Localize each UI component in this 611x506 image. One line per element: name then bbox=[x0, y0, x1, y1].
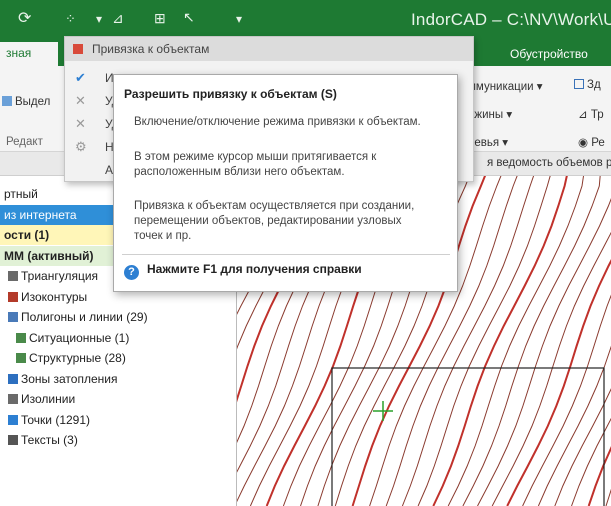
delete-icon: ✕ bbox=[75, 93, 86, 108]
communications-button[interactable]: ммуникации ▾ bbox=[468, 79, 543, 93]
layer-label: Изолинии bbox=[21, 392, 76, 406]
layer-icon bbox=[8, 291, 18, 302]
contour-line bbox=[554, 388, 611, 506]
tab-main[interactable]: зная bbox=[0, 42, 58, 66]
wells-button[interactable]: ажины ▾ bbox=[468, 107, 512, 121]
refresh-icon[interactable]: ⟳ bbox=[18, 8, 31, 28]
pointer-icon[interactable]: ↖ bbox=[183, 9, 195, 26]
snap-icon bbox=[73, 44, 83, 54]
layer-icon bbox=[8, 414, 18, 425]
check-icon: ✔ bbox=[75, 70, 86, 85]
select-icon bbox=[2, 96, 12, 106]
re-label: Ре bbox=[591, 137, 605, 149]
tr-button[interactable]: ⊿ Тр bbox=[578, 107, 604, 121]
layer-label: Триангуляция bbox=[21, 269, 99, 283]
layer-item[interactable]: Тексты (3) bbox=[0, 430, 236, 450]
layer-label: Изоконтуры bbox=[21, 289, 88, 304]
tooltip-divider bbox=[122, 254, 450, 255]
settings-icon: ⚙ bbox=[75, 139, 87, 154]
layer-label: Ситуационные (1) bbox=[29, 330, 130, 345]
layer-item[interactable]: Изолинии bbox=[0, 389, 236, 409]
split-icon[interactable]: ⊞ bbox=[154, 10, 166, 27]
layer-icon bbox=[8, 435, 18, 445]
layer-item[interactable]: Ситуационные (1) bbox=[0, 328, 236, 348]
delete-icon: ✕ bbox=[75, 116, 86, 131]
select-button[interactable]: Выдел bbox=[2, 96, 50, 108]
select-label: Выдел bbox=[15, 96, 51, 108]
layer-label: Структурные (28) bbox=[29, 351, 126, 365]
snap-tooltip: Разрешить привязку к объектам (S) Включе… bbox=[113, 74, 458, 292]
layer-label: из интернета bbox=[4, 207, 77, 222]
group-edit-label: Редакт bbox=[6, 136, 43, 148]
tab-obustroistvo[interactable]: Обустройство bbox=[510, 47, 588, 61]
globe-icon: ◉ bbox=[578, 137, 592, 149]
contour-line bbox=[447, 176, 585, 506]
doc-tab-volume[interactable]: я ведомость объемов р bbox=[487, 157, 611, 169]
layer-icon bbox=[16, 332, 26, 343]
layer-icon bbox=[8, 373, 18, 384]
building-button[interactable]: Зд bbox=[574, 79, 601, 91]
building-icon bbox=[574, 79, 584, 89]
layer-item[interactable]: Полигоны и линии (29) bbox=[0, 307, 236, 327]
re-button[interactable]: ◉ Ре bbox=[578, 135, 605, 149]
window-title: IndorCAD – C:\NV\Work\Uni bbox=[411, 10, 611, 29]
pipes-button[interactable]: невья ▾ bbox=[468, 135, 508, 149]
layer-label: Зоны затопления bbox=[21, 371, 118, 386]
layer-label: ММ (активный) bbox=[4, 248, 94, 263]
layer-label: Полигоны и линии (29) bbox=[21, 310, 148, 324]
layer-item[interactable]: Точки (1291) bbox=[0, 410, 236, 430]
layer-icon bbox=[8, 271, 18, 281]
layer-label: Точки (1291) bbox=[21, 412, 91, 427]
tooltip-paragraph-2: В этом режиме курсор мыши притягивается … bbox=[134, 151, 377, 178]
communications-label: ммуникации bbox=[468, 81, 534, 93]
layer-icon bbox=[8, 312, 18, 322]
help-icon: ? bbox=[124, 265, 139, 280]
tooltip-paragraph-3: Привязка к объектам осуществляется при с… bbox=[134, 200, 415, 242]
layer-item[interactable]: Структурные (28) bbox=[0, 348, 236, 368]
customize-icon[interactable]: ▾ bbox=[236, 12, 242, 26]
layer-item[interactable]: Зоны затопления bbox=[0, 369, 236, 389]
vertex-icon[interactable]: ⊿ bbox=[112, 10, 124, 27]
tooltip-title: Разрешить привязку к объектам (S) bbox=[124, 87, 337, 101]
layer-label: Тексты (3) bbox=[21, 433, 78, 447]
tr-label: Тр bbox=[590, 109, 604, 121]
layer-label: ости (1) bbox=[4, 228, 50, 242]
layer-label: ртный bbox=[4, 187, 38, 201]
tooltip-paragraph-1: Включение/отключение режима привязки к о… bbox=[134, 116, 421, 128]
layer-icon bbox=[16, 353, 26, 363]
tooltip-help-label: Нажмите F1 для получения справки bbox=[147, 262, 362, 276]
qa-dropdown-icon[interactable]: ▾ bbox=[96, 12, 102, 26]
layer-icon bbox=[8, 394, 18, 404]
tooltip-help: ? Нажмите F1 для получения справки bbox=[124, 262, 362, 280]
menu-header-snap[interactable]: Привязка к объектам bbox=[65, 37, 473, 61]
tr-icon: ⊿ bbox=[578, 109, 591, 121]
building-label: Зд bbox=[587, 79, 601, 91]
menu-header-label: Привязка к объектам bbox=[92, 42, 210, 56]
snap-icon[interactable]: ⁘ bbox=[65, 11, 76, 27]
contour-line bbox=[522, 294, 611, 506]
